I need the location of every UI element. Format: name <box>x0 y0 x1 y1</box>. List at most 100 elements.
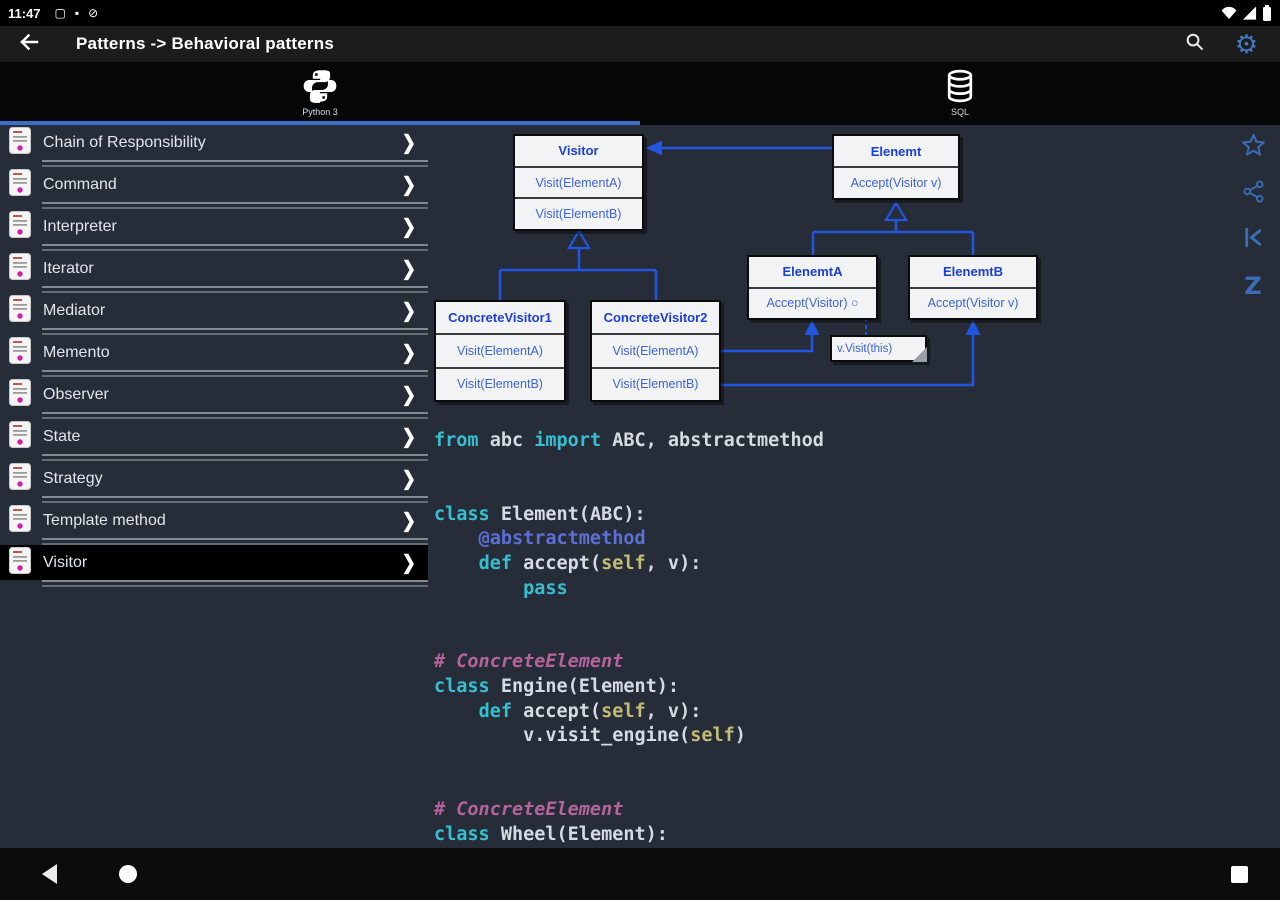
uml-method: Accept(Visitor v) <box>834 168 958 198</box>
sidebar-item-chain-of-responsibility[interactable]: Chain of Responsibility ❯ <box>0 125 428 160</box>
sidebar-item-iterator[interactable]: Iterator ❯ <box>0 251 428 286</box>
wifi-icon <box>1221 6 1237 20</box>
sleep-z-button[interactable]: Z <box>1238 271 1268 301</box>
code-line: def accept(self, v): <box>434 552 824 577</box>
chevron-right-icon: ❯ <box>402 299 416 322</box>
code-line <box>434 749 824 774</box>
share-button[interactable] <box>1238 179 1268 209</box>
code-line: class Element(ABC): <box>434 503 824 528</box>
code-line: from abc import ABC, abstractmethod <box>434 429 824 454</box>
pattern-file-icon <box>9 421 31 453</box>
chevron-right-icon: ❯ <box>402 509 416 532</box>
page-title: Patterns -> Behavioral patterns <box>76 34 334 54</box>
sidebar-item-label: Memento <box>43 344 110 362</box>
sidebar-item-observer[interactable]: Observer❯ <box>0 377 428 412</box>
uml-note: v.Visit(this) <box>830 335 927 362</box>
skip-to-start-button[interactable] <box>1238 225 1268 255</box>
nav-home-button[interactable] <box>119 865 137 883</box>
sidebar-item-memento[interactable]: Memento ❯ <box>0 335 428 370</box>
sidebar-item-strategy[interactable]: Strategy❯ <box>0 461 428 496</box>
uml-class-concrete-visitor2: ConcreteVisitor2 Visit(ElementA) Visit(E… <box>590 300 721 402</box>
tab-bar: Python 3 SQL <box>0 62 1280 125</box>
chevron-right-icon: ❯ <box>402 257 416 280</box>
pattern-file-icon <box>9 253 31 285</box>
uml-method: Visit(ElementB) <box>436 369 564 400</box>
tab-sql[interactable]: SQL <box>640 62 1280 125</box>
back-arrow-icon <box>17 30 41 59</box>
sidebar-item-state[interactable]: State ❯ <box>0 419 428 454</box>
uml-method: Visit(ElementB) <box>515 199 642 229</box>
chevron-right-icon: ❯ <box>402 173 416 196</box>
sidebar-item-label: Template method <box>43 512 166 530</box>
list-divider <box>42 244 428 251</box>
sidebar-item-label: Visitor <box>43 554 87 572</box>
sidebar-item-visitor[interactable]: Visitor❯ <box>0 545 428 580</box>
list-divider <box>42 160 428 167</box>
uml-method: Visit(ElementA) <box>592 335 719 368</box>
z-icon: Z <box>1244 272 1261 300</box>
sidebar-item-label: Mediator <box>43 302 105 320</box>
chevron-right-icon: ❯ <box>402 131 416 154</box>
pattern-file-icon <box>9 295 31 327</box>
code-line: class Wheel(Element): <box>434 823 824 848</box>
code-listing: from abc import ABC, abstractmethod class… <box>434 429 824 847</box>
pattern-list: Chain of Responsibility ❯ Command ❯ Interpre… <box>0 125 428 587</box>
settings-gear-icon[interactable]: ⚙ <box>1235 31 1258 57</box>
app-bar: Patterns -> Behavioral patterns ⚙ <box>0 26 1280 62</box>
action-icon-column: Z <box>1238 133 1268 317</box>
code-line <box>434 773 824 798</box>
back-arrow-button[interactable] <box>12 29 46 59</box>
pattern-file-icon <box>9 463 31 495</box>
pattern-file-icon <box>9 211 31 243</box>
nav-recents-button[interactable] <box>1231 866 1248 883</box>
uml-class-visitor: Visitor Visit(ElementA) Visit(ElementB) <box>513 134 644 231</box>
uml-class-element: Elenemt Accept(Visitor v) <box>832 134 960 200</box>
favorite-star-button[interactable] <box>1238 133 1268 163</box>
status-time: 11:47 <box>8 6 41 21</box>
pattern-file-icon <box>9 379 31 411</box>
python-logo-icon <box>302 68 338 104</box>
list-divider <box>42 328 428 335</box>
chevron-right-icon: ❯ <box>402 467 416 490</box>
sidebar-item-label: Iterator <box>43 260 94 278</box>
skip-to-start-icon <box>1241 225 1266 255</box>
tab-python3-label: Python 3 <box>302 107 338 117</box>
uml-method: Accept(Visitor v) <box>910 289 1036 319</box>
sidebar-item-interpreter[interactable]: Interpreter❯ <box>0 209 428 244</box>
sidebar-item-label: State <box>43 428 80 446</box>
uml-class-element-b: ElenemtB Accept(Visitor v) <box>908 255 1038 320</box>
tab-python3[interactable]: Python 3 <box>0 62 640 125</box>
cell-signal-icon <box>1242 6 1257 20</box>
list-divider <box>42 580 428 587</box>
code-line <box>434 478 824 503</box>
code-line: class Engine(Element): <box>434 675 824 700</box>
share-icon <box>1241 179 1266 209</box>
sidebar-item-label: Interpreter <box>43 218 117 236</box>
uml-class-title: Elenemt <box>834 136 958 168</box>
sidebar-item-label: Command <box>43 176 117 194</box>
chevron-right-icon: ❯ <box>402 383 416 406</box>
pattern-file-icon <box>9 547 31 579</box>
content-area: Chain of Responsibility ❯ Command ❯ Interpre… <box>0 125 1280 848</box>
pattern-file-icon <box>9 127 31 159</box>
sidebar-item-template-method[interactable]: Template method ❯ <box>0 503 428 538</box>
search-button[interactable] <box>1181 30 1209 58</box>
code-line <box>434 626 824 651</box>
code-line: # ConcreteElement <box>434 798 824 823</box>
uml-method: Visit(ElementA) <box>436 335 564 368</box>
code-line: # ConcreteElement <box>434 650 824 675</box>
sidebar-item-mediator[interactable]: Mediator ❯ <box>0 293 428 328</box>
sidebar-item-label: Chain of Responsibility <box>43 134 206 152</box>
nav-back-button[interactable] <box>42 864 57 884</box>
list-divider <box>42 286 428 293</box>
uml-class-element-a: ElenemtA Accept(Visitor) ○ <box>747 255 878 320</box>
chevron-right-icon: ❯ <box>402 341 416 364</box>
uml-class-title: ElenemtA <box>749 257 876 289</box>
uml-class-title: Visitor <box>515 136 642 168</box>
list-divider <box>42 454 428 461</box>
android-nav-bar <box>0 848 1280 900</box>
uml-method: Accept(Visitor) ○ <box>749 289 876 319</box>
star-icon <box>1240 132 1267 164</box>
chevron-right-icon: ❯ <box>402 425 416 448</box>
sidebar-item-command[interactable]: Command ❯ <box>0 167 428 202</box>
